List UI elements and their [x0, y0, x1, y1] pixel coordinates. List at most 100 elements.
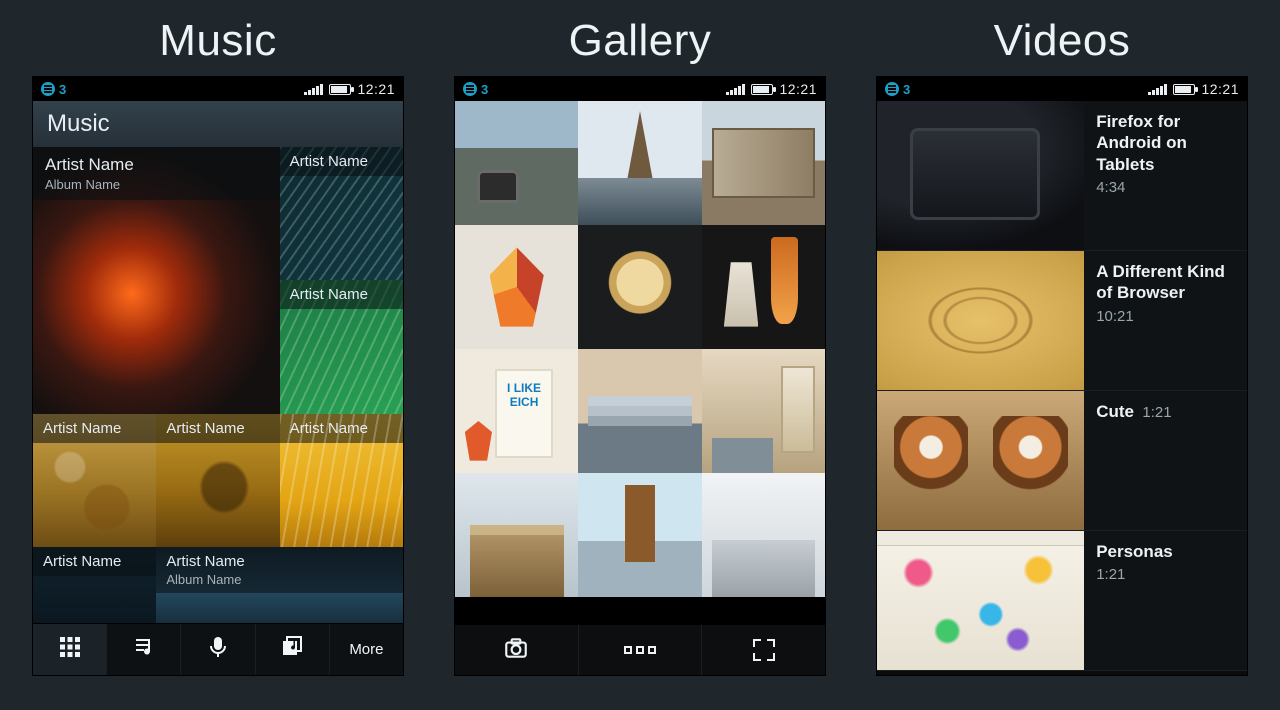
- video-thumb: [877, 101, 1084, 250]
- tile-artist: Artist Name: [43, 553, 121, 570]
- gallery-thumb[interactable]: [702, 473, 825, 597]
- photo-icon: [578, 225, 701, 349]
- gallery-grid: [455, 101, 825, 625]
- signal-icon: [1148, 83, 1167, 95]
- tile-artist: Artist Name: [45, 155, 134, 174]
- video-title: Cute: [1096, 402, 1134, 421]
- fullscreen-icon: [753, 639, 775, 661]
- status-bar: 3 12:21: [33, 77, 403, 101]
- column-title-gallery: Gallery: [569, 16, 712, 66]
- tab-more-label: More: [349, 641, 383, 658]
- column-title-videos: Videos: [994, 16, 1131, 66]
- tile-artist: Artist Name: [290, 153, 368, 170]
- camera-icon: [503, 635, 529, 666]
- photo-icon: [455, 349, 578, 473]
- gallery-toolbar: [455, 625, 825, 675]
- gallery-content: [455, 101, 825, 675]
- video-duration: 10:21: [1096, 308, 1235, 325]
- video-row[interactable]: A Different Kind of Browser 10:21: [877, 251, 1247, 391]
- music-tile[interactable]: Artist Name Album Name: [156, 547, 403, 623]
- gallery-thumb[interactable]: [455, 349, 578, 473]
- notification-count: 3: [59, 82, 66, 97]
- video-thumb: [877, 391, 1084, 530]
- photo-icon: [702, 101, 825, 225]
- tile-album: Album Name: [166, 572, 393, 587]
- music-tabbar: More: [33, 623, 403, 675]
- video-duration: 1:21: [1096, 566, 1235, 583]
- music-tile[interactable]: Artist Name: [33, 547, 156, 623]
- column-title-music: Music: [159, 16, 276, 66]
- photo-icon: [455, 473, 578, 597]
- battery-icon: [329, 84, 351, 95]
- music-content: Music Artist Name Album Name Artist Name…: [33, 101, 403, 675]
- three-up-stage: Music 3 12:21 Music Artist Name: [0, 0, 1280, 710]
- status-left: 3: [41, 82, 66, 97]
- status-right: 12:21: [304, 81, 395, 97]
- microphone-icon: [206, 635, 230, 664]
- signal-icon: [304, 83, 323, 95]
- music-tile[interactable]: Artist Name: [280, 147, 403, 280]
- status-bar: 3 12:21: [877, 77, 1247, 101]
- grid-icon: [58, 635, 82, 664]
- video-thumb: [877, 531, 1084, 670]
- status-clock: 12:21: [357, 81, 395, 97]
- gallery-thumb[interactable]: [702, 349, 825, 473]
- music-tile[interactable]: Artist Name: [280, 414, 403, 547]
- gallery-thumb[interactable]: [455, 101, 578, 225]
- notification-count: 3: [903, 82, 910, 97]
- column-gallery: Gallery 3 12:21: [454, 16, 826, 680]
- thumbnails-button[interactable]: [578, 625, 702, 675]
- status-clock: 12:21: [1201, 81, 1239, 97]
- column-videos: Videos 3 12:21: [876, 16, 1248, 680]
- tab-tiles[interactable]: [33, 624, 106, 675]
- tile-artist: Artist Name: [166, 420, 244, 437]
- fullscreen-button[interactable]: [701, 625, 825, 675]
- notification-count: 3: [481, 82, 488, 97]
- music-tile[interactable]: Artist Name: [156, 414, 279, 547]
- video-thumb: [877, 251, 1084, 390]
- music-tile[interactable]: Artist Name: [33, 414, 156, 547]
- gallery-thumb[interactable]: [455, 473, 578, 597]
- notification-badge-icon: [885, 82, 899, 96]
- photo-icon: [455, 101, 578, 225]
- photo-icon: [578, 349, 701, 473]
- video-row[interactable]: Firefox for Android on Tablets 4:34: [877, 101, 1247, 251]
- tile-artist: Artist Name: [166, 553, 244, 570]
- photo-icon: [702, 225, 825, 349]
- status-bar: 3 12:21: [455, 77, 825, 101]
- tile-album: Album Name: [45, 177, 268, 192]
- video-title: Firefox for Android on Tablets: [1096, 111, 1235, 175]
- notification-badge-icon: [41, 82, 55, 96]
- battery-icon: [751, 84, 773, 95]
- photo-icon: [578, 473, 701, 597]
- video-row[interactable]: Cute 1:21: [877, 391, 1247, 531]
- video-row[interactable]: Personas 1:21: [877, 531, 1247, 671]
- camera-button[interactable]: [455, 625, 578, 675]
- gallery-thumb[interactable]: [702, 101, 825, 225]
- gallery-thumb[interactable]: [578, 225, 701, 349]
- tile-artist: Artist Name: [290, 420, 368, 437]
- gallery-thumb[interactable]: [455, 225, 578, 349]
- tile-artist: Artist Name: [43, 420, 121, 437]
- video-duration: 1:21: [1142, 404, 1171, 421]
- gallery-thumb[interactable]: [578, 349, 701, 473]
- tab-artists[interactable]: [180, 624, 254, 675]
- phone-gallery: 3 12:21: [454, 76, 826, 676]
- gallery-thumb[interactable]: [578, 101, 701, 225]
- music-tile[interactable]: Artist Name: [280, 280, 403, 413]
- column-music: Music 3 12:21 Music Artist Name: [32, 16, 404, 680]
- tab-more[interactable]: More: [329, 624, 403, 675]
- photo-icon: [702, 473, 825, 597]
- music-tile-grid: Artist Name Album Name Artist Name Artis…: [33, 147, 403, 623]
- video-list: Firefox for Android on Tablets 4:34 A Di…: [877, 101, 1247, 675]
- video-title: Personas: [1096, 541, 1235, 562]
- photo-icon: [578, 101, 701, 225]
- tab-albums[interactable]: [255, 624, 329, 675]
- notification-badge-icon: [463, 82, 477, 96]
- music-header: Music: [33, 101, 403, 147]
- signal-icon: [726, 83, 745, 95]
- music-tile-featured[interactable]: Artist Name Album Name: [33, 147, 280, 414]
- gallery-thumb[interactable]: [578, 473, 701, 597]
- tab-playlists[interactable]: [106, 624, 180, 675]
- gallery-thumb[interactable]: [702, 225, 825, 349]
